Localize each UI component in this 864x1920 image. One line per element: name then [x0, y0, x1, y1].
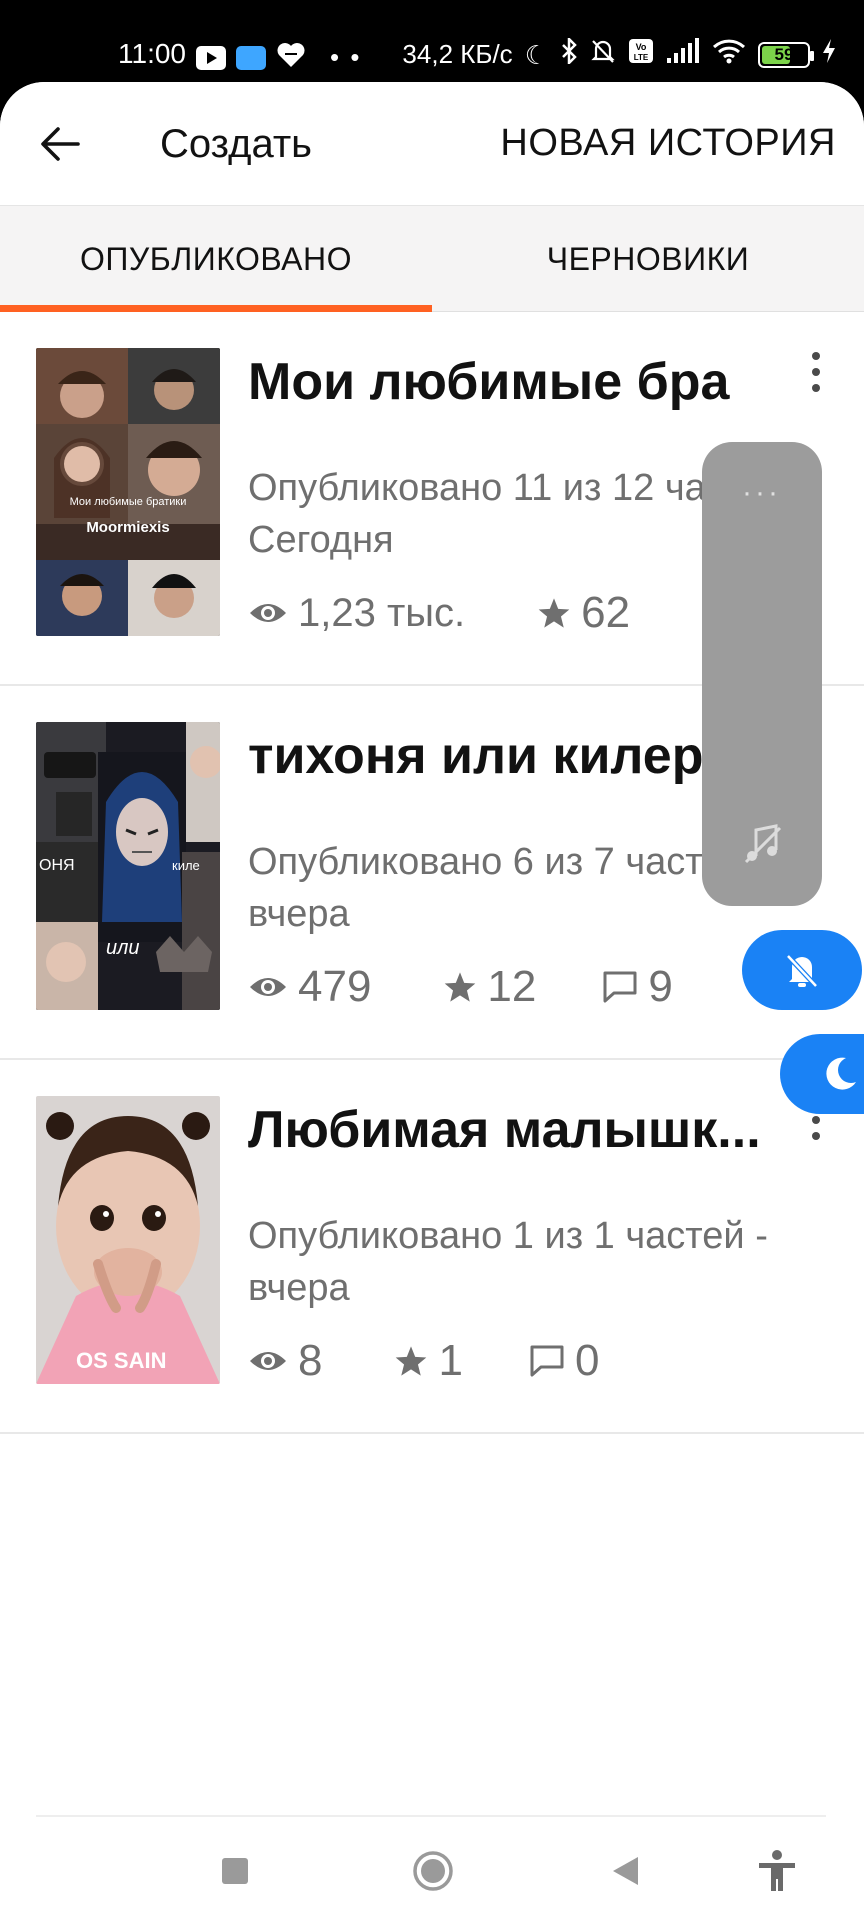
eye-icon	[248, 973, 288, 1001]
star-icon	[443, 971, 477, 1003]
system-nav-bar	[0, 1820, 864, 1920]
views-count: 1,23 тыс.	[298, 590, 466, 635]
app-icon	[236, 45, 266, 70]
music-off-icon[interactable]	[740, 822, 784, 866]
tab-drafts[interactable]: ЧЕРНОВИКИ	[432, 206, 864, 312]
status-time: 11:00	[118, 38, 186, 69]
nav-divider	[36, 1815, 826, 1817]
votes-stat: 12	[443, 962, 536, 1012]
bell-off-icon	[786, 954, 818, 988]
tab-bar: ОПУБЛИКОВАНО ЧЕРНОВИКИ	[0, 206, 864, 312]
network-speed: 34,2 КБ/с	[402, 39, 513, 69]
more-notifications-icon: • •	[330, 42, 362, 72]
app-screen: Создать НОВАЯ ИСТОРИЯ ОПУБЛИКОВАНО ЧЕРНО…	[0, 82, 864, 1920]
battery-icon: 59	[758, 41, 814, 68]
story-stats: 1,23 тыс. 62	[248, 588, 630, 638]
votes-count: 1	[438, 1336, 463, 1385]
back-button[interactable]	[32, 116, 88, 172]
views-stat: 1,23 тыс.	[248, 591, 465, 636]
youtube-icon	[196, 45, 226, 70]
cover-text: ОНЯ	[39, 857, 75, 874]
recents-square-icon[interactable]	[210, 1846, 260, 1896]
arrow-left-icon	[41, 127, 80, 161]
svg-text:LTE: LTE	[634, 53, 649, 62]
eye-icon	[248, 1347, 288, 1375]
views-count: 8	[298, 1336, 323, 1385]
bell-off-icon	[590, 38, 616, 71]
votes-stat: 1	[394, 1336, 463, 1386]
votes-count: 62	[581, 588, 631, 637]
status-right: 34,2 КБ/с ☾ Vo LTE 59	[402, 35, 836, 71]
comments-stat: 0	[529, 1336, 599, 1386]
cover-author: Moormiexis	[86, 519, 169, 536]
cover-text: или	[106, 937, 140, 959]
back-triangle-icon[interactable]	[600, 1846, 650, 1896]
story-more-button[interactable]	[804, 348, 828, 396]
views-stat: 8	[248, 1336, 322, 1386]
story-item[interactable]: OS SAIN Любимая малышк... Опубликовано 1…	[0, 1060, 864, 1434]
comments-count: 0	[574, 1336, 600, 1385]
eye-icon	[248, 599, 288, 627]
charging-icon	[822, 38, 836, 71]
moon-icon: ☾	[524, 39, 548, 70]
tab-indicator	[0, 305, 432, 312]
heart-icon	[276, 42, 306, 73]
status-bar: 11:00 • • 34,2 КБ/с ☾ Vo LTE 59	[0, 0, 864, 86]
story-cover-image: ОНЯ киле или	[36, 722, 220, 1010]
accessibility-icon[interactable]	[752, 1846, 802, 1896]
cover-caption: Мои любимые братики	[70, 496, 187, 508]
cover-text: киле	[172, 858, 200, 873]
bluetooth-icon	[560, 35, 578, 71]
views-count: 479	[298, 962, 372, 1011]
story-cover-image: Мои любимые братики Moormiexis	[36, 348, 220, 636]
status-notification-icons: • •	[196, 42, 361, 73]
views-stat: 479	[248, 962, 371, 1012]
silence-notifications-button[interactable]	[742, 930, 862, 1010]
comments-stat: 9	[602, 962, 673, 1012]
dark-mode-button[interactable]	[780, 1034, 864, 1114]
svg-text:Vo: Vo	[636, 42, 647, 52]
comment-icon	[529, 1344, 565, 1378]
moon-icon	[826, 1057, 856, 1090]
story-title: Любимая малышк...	[248, 1101, 761, 1159]
page-title: Создать	[160, 122, 313, 166]
story-stats: 8 1 0	[248, 1336, 599, 1386]
wifi-icon	[712, 38, 746, 71]
story-subtitle: Опубликовано 1 из 1 частей - вчера	[248, 1215, 768, 1309]
comments-count: 9	[648, 962, 673, 1011]
cover-text: OS SAIN	[76, 1348, 166, 1373]
tab-published[interactable]: ОПУБЛИКОВАНО	[0, 206, 432, 312]
new-story-button[interactable]: НОВАЯ ИСТОРИЯ	[500, 122, 836, 165]
volte-icon: Vo LTE	[628, 38, 654, 71]
app-bar: Создать НОВАЯ ИСТОРИЯ	[0, 82, 864, 206]
star-icon	[394, 1345, 428, 1377]
home-circle-icon[interactable]	[408, 1846, 458, 1896]
story-title: тихоня или килер	[248, 727, 704, 785]
signal-icon	[666, 38, 700, 71]
star-icon	[537, 597, 571, 629]
panel-handle-dots[interactable]: ···	[742, 476, 781, 510]
votes-count: 12	[487, 962, 537, 1011]
votes-stat: 62	[537, 588, 630, 638]
story-cover-image: OS SAIN	[36, 1096, 220, 1384]
story-title: Мои любимые бра	[248, 353, 730, 411]
comment-icon	[602, 970, 638, 1004]
floating-side-panel[interactable]: ···	[702, 442, 822, 906]
story-stats: 479 12 9	[248, 962, 673, 1012]
